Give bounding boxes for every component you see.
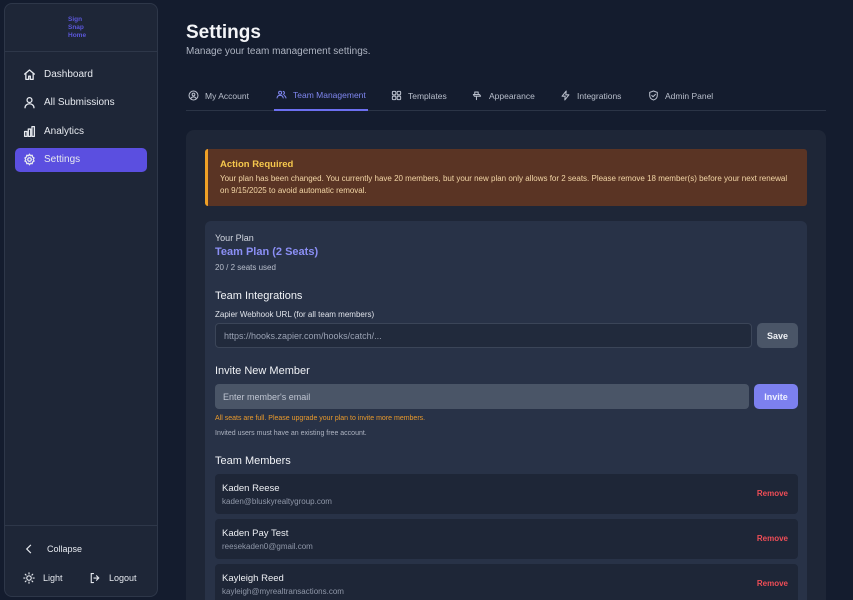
page-subtitle: Manage your team management settings. [186, 46, 371, 57]
sidebar-item-label: All Submissions [44, 97, 115, 109]
sidebar-footer: Collapse Light Logout [5, 525, 157, 589]
tab-team-management[interactable]: Team Management [274, 80, 368, 111]
webhook-url-input[interactable]: https://hooks.zapier.com/hooks/catch/... [215, 323, 752, 348]
member-email: kaden@bluskyrealtygroup.com [222, 497, 332, 506]
invite-email-input[interactable]: Enter member's email [215, 384, 749, 409]
member-row: Kaden Pay Test reesekaden0@gmail.com Rem… [215, 519, 798, 559]
member-name: Kayleigh Reed [222, 573, 284, 584]
brand-line-2: Snap [68, 23, 84, 31]
tab-appearance[interactable]: Appearance [472, 80, 535, 111]
member-row: Kayleigh Reed kayleigh@myrealtransaction… [215, 564, 798, 600]
user-circle-icon [188, 90, 199, 101]
remove-member-button[interactable]: Remove [757, 579, 788, 588]
members-heading: Team Members [215, 455, 291, 467]
save-webhook-button[interactable]: Save [757, 323, 798, 348]
sidebar-item-label: Analytics [44, 125, 85, 137]
page-title: Settings [186, 22, 261, 43]
sidebar-nav: Dashboard All Submissions Analytics Sett… [5, 52, 157, 172]
member-row: Kaden Reese kaden@bluskyrealtygroup.com … [215, 474, 798, 514]
action-required-alert: Action Required Your plan has been chang… [205, 149, 807, 206]
member-email: reesekaden0@gmail.com [222, 542, 313, 551]
shield-icon [649, 90, 658, 101]
logo-area: Sign Snap Home [5, 4, 157, 52]
seats-used: 20 / 2 seats used [215, 263, 276, 272]
sidebar-item-settings[interactable]: Settings [15, 147, 147, 172]
bar-chart-icon [23, 125, 36, 137]
logout-icon [90, 572, 100, 584]
alert-message: Your plan has been changed. You currentl… [220, 174, 788, 195]
sun-icon [23, 572, 35, 584]
grid-icon [391, 90, 402, 101]
theme-toggle-button[interactable]: Light [15, 567, 81, 589]
brand-line-1: Sign [68, 15, 83, 23]
theme-label: Light [43, 573, 63, 583]
brand-logo[interactable]: Sign Snap Home [68, 16, 94, 40]
member-name: Kaden Reese [222, 483, 280, 494]
gear-icon [24, 153, 35, 166]
remove-member-button[interactable]: Remove [757, 489, 788, 498]
home-icon [23, 68, 36, 80]
webhook-label: Zapier Webhook URL (for all team members… [215, 310, 375, 319]
logout-label: Logout [109, 573, 137, 583]
tab-label: Templates [408, 90, 447, 101]
remove-member-button[interactable]: Remove [757, 534, 788, 543]
invite-button[interactable]: Invite [754, 384, 798, 409]
sidebar-footer-actions: Light Logout [15, 567, 147, 589]
tab-label: Integrations [577, 90, 622, 101]
member-email: kayleigh@myrealtransactions.com [222, 587, 344, 596]
member-name: Kaden Pay Test [222, 528, 289, 539]
tab-label: Team Management [293, 89, 366, 100]
sidebar-item-label: Settings [44, 154, 81, 166]
integrations-heading: Team Integrations [215, 290, 303, 302]
paint-icon [472, 91, 482, 101]
invite-heading: Invite New Member [215, 365, 310, 377]
invite-hint: Invited users must have an existing free… [215, 430, 367, 437]
logout-button[interactable]: Logout [81, 567, 137, 589]
chevron-left-icon [25, 544, 32, 554]
tab-my-account[interactable]: My Account [188, 80, 249, 111]
collapse-label: Collapse [47, 544, 83, 554]
user-icon [24, 97, 35, 109]
sidebar-item-all-submissions[interactable]: All Submissions [15, 91, 147, 115]
settings-tabs: My Account Team Management Templates App… [186, 80, 826, 111]
brand-line-3: Home [68, 31, 87, 39]
sidebar-item-dashboard[interactable]: Dashboard [15, 62, 147, 86]
tab-label: Appearance [489, 90, 535, 101]
tab-integrations[interactable]: Integrations [560, 80, 621, 111]
plan-heading: Your Plan [215, 233, 254, 243]
team-settings-card: Your Plan Team Plan (2 Seats) 20 / 2 sea… [205, 221, 807, 600]
team-management-panel: Action Required Your plan has been chang… [186, 130, 826, 600]
seats-full-warning: All seats are full. Please upgrade your … [215, 415, 426, 422]
lightning-icon [561, 90, 570, 101]
sidebar-item-analytics[interactable]: Analytics [15, 119, 147, 143]
tab-label: Admin Panel [665, 90, 714, 101]
sidebar: Sign Snap Home Dashboard All Submissions… [4, 3, 158, 597]
collapse-button[interactable]: Collapse [15, 538, 147, 560]
sidebar-item-label: Dashboard [44, 68, 93, 80]
tab-label: My Account [205, 90, 249, 101]
alert-title: Action Required [220, 159, 294, 170]
plan-name: Team Plan (2 Seats) [215, 246, 319, 258]
team-icon [276, 90, 287, 99]
tab-templates[interactable]: Templates [391, 80, 447, 111]
tab-admin-panel[interactable]: Admin Panel [648, 80, 713, 111]
